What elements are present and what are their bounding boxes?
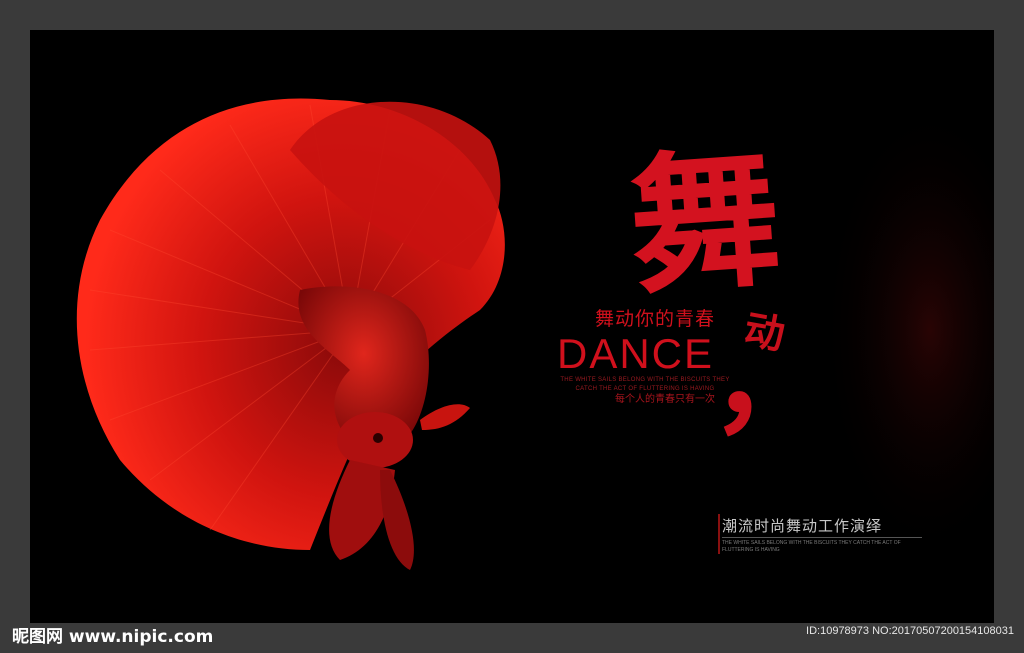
chinese-tagline: 每个人的青春只有一次 <box>615 394 715 405</box>
accent-bar <box>718 514 720 554</box>
site-watermark: 昵图网 www.nipic.com <box>12 627 214 647</box>
dance-title: DANCE <box>557 330 715 377</box>
bottom-divider <box>722 537 922 538</box>
bottom-english-text: THE WHITE SAILS BELONG WITH THE BISCUITS… <box>722 540 901 553</box>
image-id-line: ID:10978973 NO:20170507200154108031 <box>806 625 1014 637</box>
poster: 舞 动 ， 舞动你的青春 DANCE THE WHITE SAILS BELON… <box>30 30 994 623</box>
bottom-heading: 潮流时尚舞动工作演绎 <box>722 517 883 535</box>
calligraphy-dance-character: 舞 <box>624 130 782 316</box>
poster-subtitle: 舞动你的青春 <box>595 308 716 330</box>
